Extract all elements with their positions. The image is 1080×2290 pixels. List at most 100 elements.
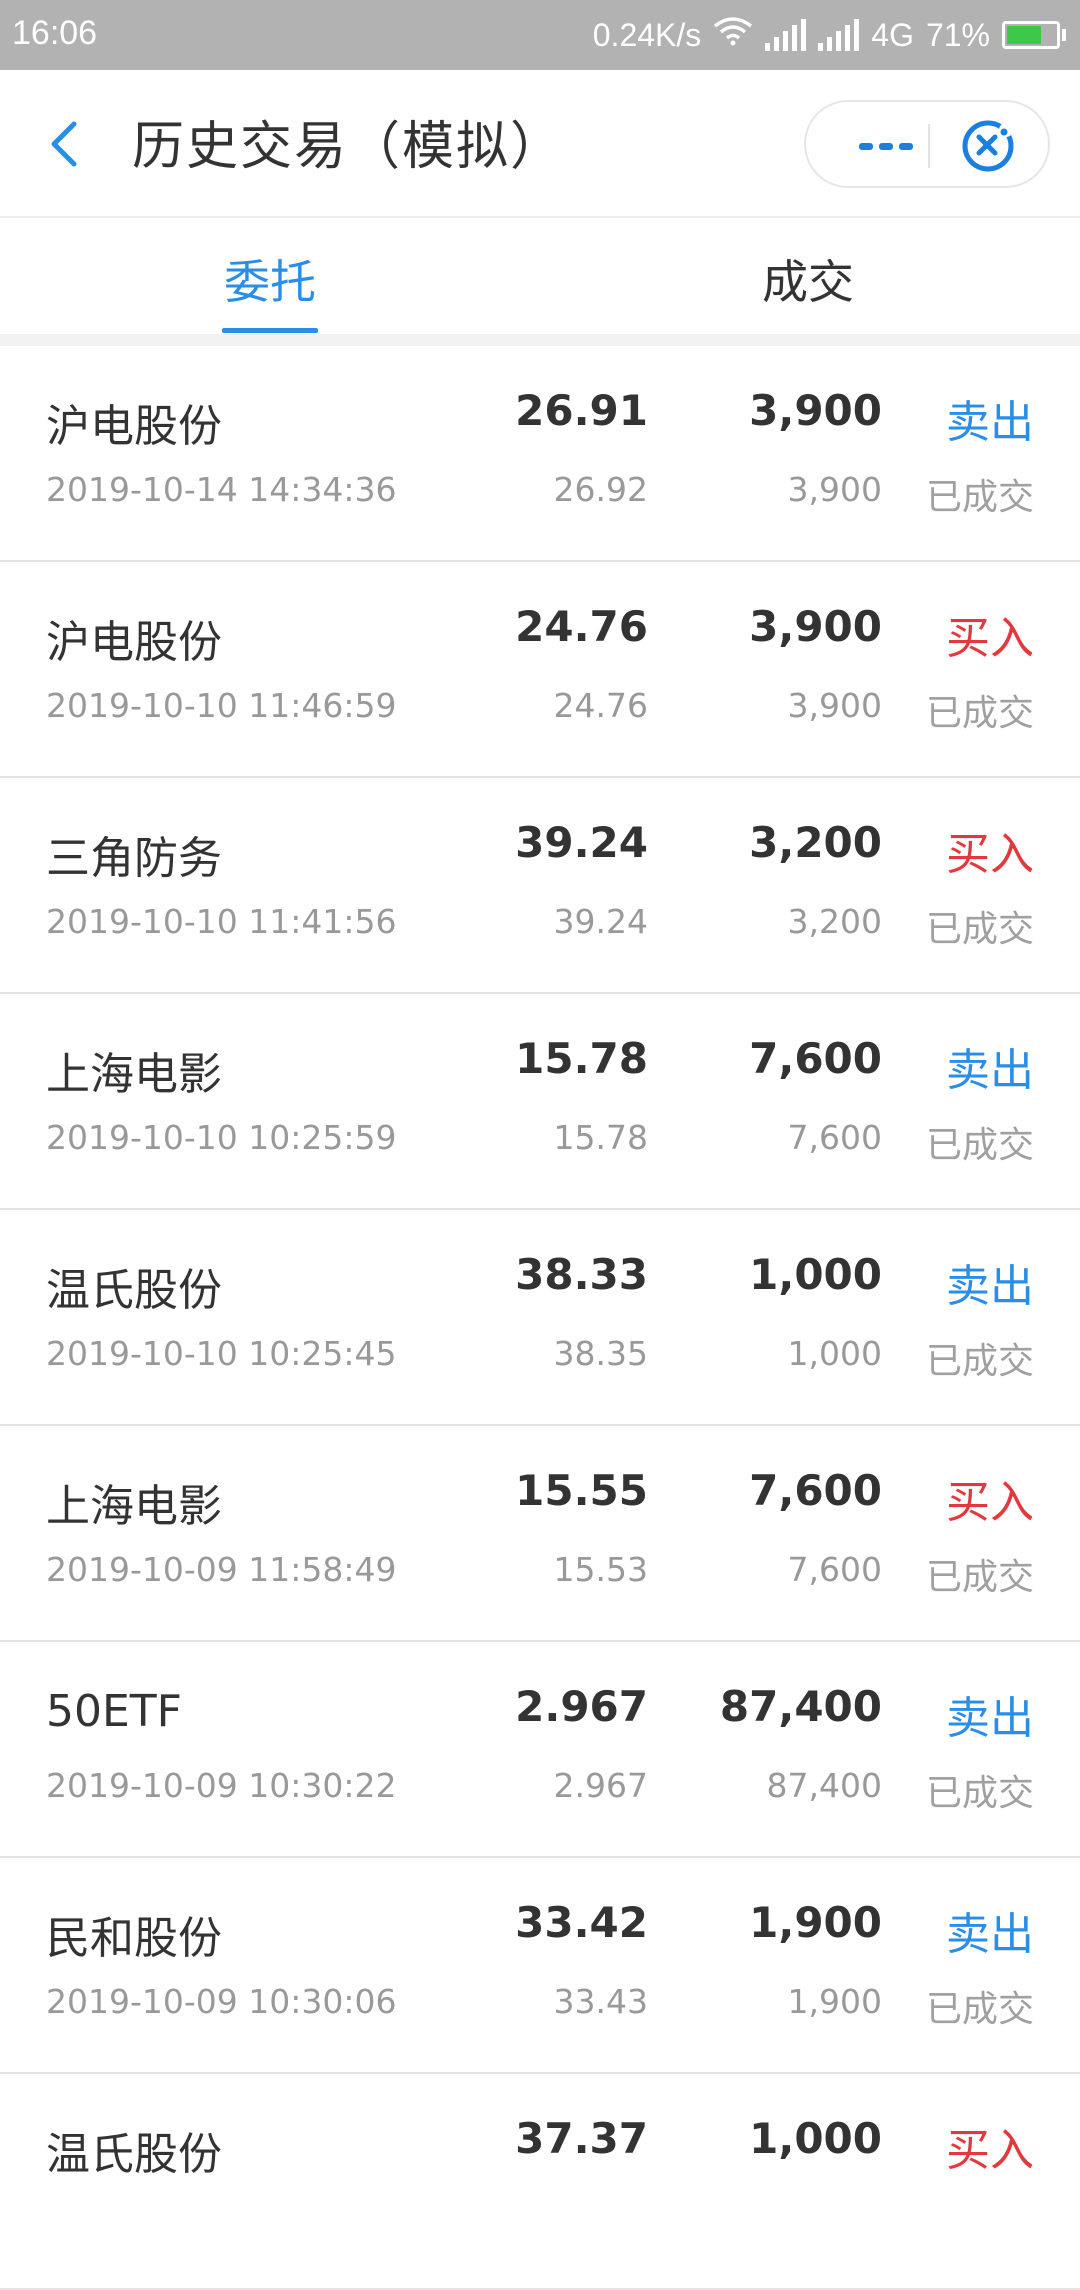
order-row[interactable]: 沪电股份 2019-10-10 11:46:59 24.76 24.76 3,9… — [0, 562, 1080, 778]
order-side: 卖出 — [946, 1909, 1034, 1960]
network-speed: 0.24K/s — [592, 16, 702, 53]
order-time: 2019-10-09 11:58:49 — [46, 1550, 397, 1589]
order-qty: 3,900 — [749, 602, 882, 651]
deal-price: 38.35 — [553, 1334, 648, 1373]
order-side: 买入 — [946, 2125, 1034, 2176]
stock-name: 温氏股份 — [46, 2129, 222, 2180]
tab-bar: 委托 成交 — [0, 218, 1080, 336]
order-row[interactable]: 上海电影 2019-10-10 10:25:59 15.78 15.78 7,6… — [0, 994, 1080, 1210]
tab-entrust[interactable]: 委托 — [224, 246, 316, 312]
order-price: 24.76 — [515, 602, 648, 651]
status-indicators: 0.24K/s 4G 71% — [593, 12, 1066, 58]
deal-qty: 3,900 — [787, 470, 882, 509]
stock-name: 沪电股份 — [46, 401, 222, 452]
order-status: 已成交 — [925, 1557, 1034, 1598]
tab-active-indicator — [222, 328, 318, 333]
deal-qty: 1,000 — [787, 1334, 882, 1373]
deal-price: 24.76 — [553, 686, 648, 725]
order-price: 15.78 — [515, 1034, 648, 1083]
order-time: 2019-10-10 11:46:59 — [46, 686, 397, 725]
battery-percent: 71% — [925, 16, 990, 53]
deal-qty: 3,200 — [787, 902, 882, 941]
order-row[interactable]: 上海电影 2019-10-09 11:58:49 15.55 15.53 7,6… — [0, 1426, 1080, 1642]
order-status: 已成交 — [925, 693, 1034, 734]
order-price: 38.33 — [515, 1250, 648, 1299]
order-price: 39.24 — [515, 818, 648, 867]
order-qty: 3,900 — [749, 386, 882, 435]
order-status: 已成交 — [925, 477, 1034, 518]
order-row[interactable]: 50ETF 2019-10-09 10:30:22 2.967 2.967 87… — [0, 1642, 1080, 1858]
stock-name: 民和股份 — [46, 1913, 222, 1964]
order-side: 买入 — [946, 613, 1034, 664]
order-row[interactable]: 温氏股份 37.37 1,000 买入 — [0, 2074, 1080, 2290]
order-price: 26.91 — [515, 386, 648, 435]
order-qty: 3,200 — [749, 818, 882, 867]
deal-price: 2.967 — [553, 1766, 648, 1805]
deal-price: 39.24 — [553, 902, 648, 941]
more-dots-icon — [859, 142, 873, 150]
capsule-divider — [928, 124, 930, 168]
order-status: 已成交 — [925, 1773, 1034, 1814]
status-time: 16:06 — [12, 14, 98, 52]
order-row[interactable]: 民和股份 2019-10-09 10:30:06 33.42 33.43 1,9… — [0, 1858, 1080, 2074]
deal-qty: 87,400 — [766, 1766, 882, 1805]
stock-name: 三角防务 — [46, 833, 222, 884]
order-time: 2019-10-10 10:25:45 — [46, 1334, 397, 1373]
close-circle-icon — [962, 120, 1014, 172]
order-status: 已成交 — [925, 1125, 1034, 1166]
order-status: 已成交 — [925, 1341, 1034, 1382]
chevron-left-icon — [51, 121, 77, 167]
order-side: 卖出 — [946, 1261, 1034, 1312]
more-button[interactable] — [846, 126, 926, 166]
section-divider — [0, 334, 1080, 346]
page-title: 历史交易（模拟） — [132, 117, 565, 177]
signal-icon — [765, 19, 807, 51]
menu-capsule — [804, 100, 1050, 188]
order-side: 买入 — [946, 829, 1034, 880]
order-qty: 87,400 — [719, 1682, 882, 1731]
stock-name: 上海电影 — [46, 1481, 222, 1532]
order-qty: 1,900 — [749, 1898, 882, 1947]
stock-name: 上海电影 — [46, 1049, 222, 1100]
order-time: 2019-10-09 10:30:06 — [46, 1982, 397, 2021]
deal-price: 15.53 — [553, 1550, 648, 1589]
order-time: 2019-10-10 11:41:56 — [46, 902, 397, 941]
deal-price: 33.43 — [553, 1982, 648, 2021]
deal-price: 15.78 — [553, 1118, 648, 1157]
stock-name: 沪电股份 — [46, 617, 222, 668]
deal-qty: 1,900 — [787, 1982, 882, 2021]
order-price: 2.967 — [515, 1682, 648, 1731]
deal-qty: 7,600 — [787, 1118, 882, 1157]
network-type: 4G — [871, 16, 914, 53]
wifi-icon — [713, 16, 753, 54]
order-row[interactable]: 沪电股份 2019-10-14 14:34:36 26.91 26.92 3,9… — [0, 346, 1080, 562]
order-row[interactable]: 三角防务 2019-10-10 11:41:56 39.24 39.24 3,2… — [0, 778, 1080, 994]
deal-qty: 3,900 — [787, 686, 882, 725]
order-qty: 1,000 — [749, 1250, 882, 1299]
order-side: 卖出 — [946, 397, 1034, 448]
stock-name: 50ETF — [46, 1686, 182, 1737]
deal-price: 26.92 — [553, 470, 648, 509]
order-time: 2019-10-14 14:34:36 — [46, 470, 397, 509]
order-price: 37.37 — [515, 2114, 648, 2163]
order-status: 已成交 — [925, 1989, 1034, 2030]
battery-icon — [1002, 21, 1066, 49]
order-status: 已成交 — [925, 909, 1034, 950]
tab-deal[interactable]: 成交 — [762, 246, 854, 312]
order-side: 卖出 — [946, 1693, 1034, 1744]
order-side: 买入 — [946, 1477, 1034, 1528]
order-qty: 1,000 — [749, 2114, 882, 2163]
order-qty: 7,600 — [749, 1034, 882, 1083]
header: 历史交易（模拟） — [0, 70, 1080, 218]
order-price: 33.42 — [515, 1898, 648, 1947]
order-price: 15.55 — [515, 1466, 648, 1515]
order-time: 2019-10-10 10:25:59 — [46, 1118, 397, 1157]
order-row[interactable]: 温氏股份 2019-10-10 10:25:45 38.33 38.35 1,0… — [0, 1210, 1080, 1426]
order-side: 卖出 — [946, 1045, 1034, 1096]
order-qty: 7,600 — [749, 1466, 882, 1515]
back-button[interactable] — [36, 114, 96, 174]
signal-icon-2 — [818, 19, 860, 51]
stock-name: 温氏股份 — [46, 1265, 222, 1316]
close-button[interactable] — [958, 118, 1018, 174]
status-bar: 16:06 0.24K/s 4G 71% — [0, 0, 1080, 70]
